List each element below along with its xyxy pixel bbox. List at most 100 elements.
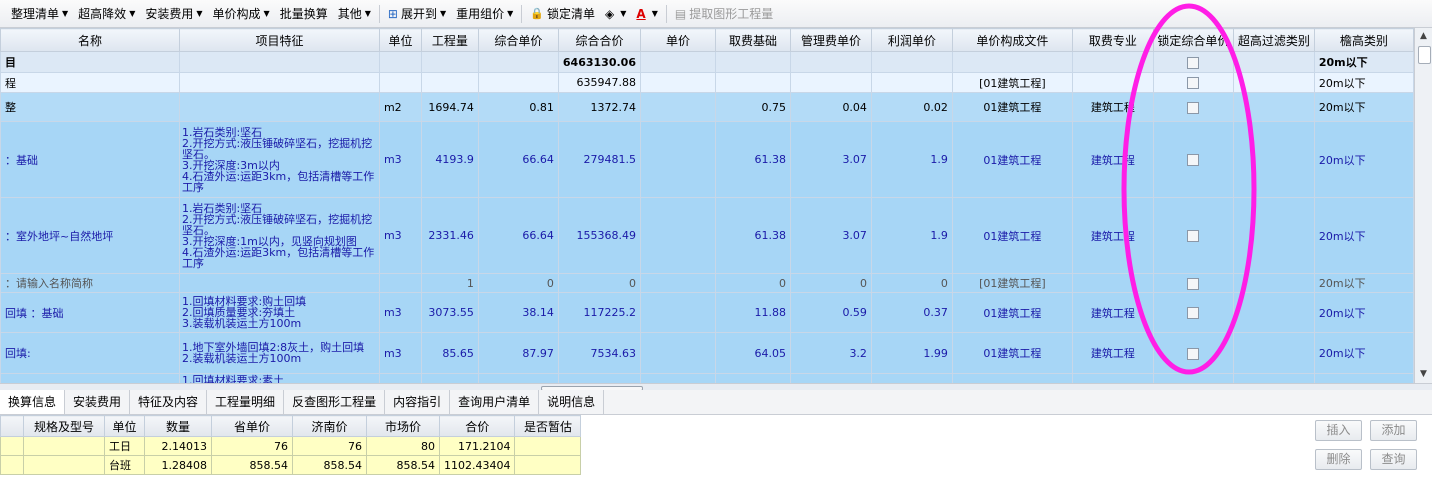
table-cell[interactable] [714,72,791,93]
table-cell[interactable]: 635947.88 [557,72,641,93]
insert-button[interactable]: 插入 [1315,420,1362,441]
detail-cell[interactable] [0,455,24,475]
table-cell[interactable]: 7534.63 [557,332,641,374]
table-cell[interactable] [1313,373,1414,383]
table-cell[interactable]: 0 [714,273,791,293]
table-row[interactable]: 1.回填材料要求:素土 [0,373,1414,383]
table-cell[interactable]: 建筑工程 [1071,197,1154,274]
table-cell[interactable]: [01建筑工程] [951,72,1073,93]
table-cell[interactable] [870,373,953,383]
table-cell[interactable]: ：请输入名称简称 [0,273,180,293]
table-row[interactable]: 程 635947.88 [01建筑工程] 20m以下 [0,72,1414,93]
table-cell[interactable] [378,273,422,293]
table-cell[interactable]: 建筑工程 [1071,292,1154,333]
table-cell[interactable] [1232,121,1315,198]
table-row[interactable]: 回填 ：基础 1.回填材料要求:购土回填 2.回填质量要求:夯填土 3.装载机装运土方… [0,292,1414,333]
table-cell[interactable]: 85.65 [420,332,479,374]
table-cell[interactable] [477,373,559,383]
detail-column-header[interactable]: 济南价 [292,415,367,437]
lock-price-checkbox[interactable] [1187,101,1200,114]
table-row[interactable]: ：基础 1.岩石类别:坚石 2.开挖方式:液压锤破碎坚石，挖掘机挖坚石。 3.开挖深度… [0,121,1414,198]
table-cell[interactable] [1152,51,1234,73]
table-cell[interactable]: ：室外地坪~自然地坪 [0,197,180,274]
table-cell[interactable]: 2331.46 [420,197,479,274]
detail-row[interactable]: 工日 2.14013 76 76 80 171.2104 [0,436,582,456]
table-cell[interactable] [1071,72,1154,93]
toolbar-item-7[interactable]: 重用组价 ▼ [451,3,518,25]
column-header[interactable]: 单价 [639,28,716,52]
table-cell[interactable]: 38.14 [477,292,559,333]
column-header[interactable]: 檐高类别 [1313,28,1414,52]
table-cell[interactable] [1232,72,1315,93]
table-cell[interactable] [714,373,791,383]
table-cell[interactable]: 1.9 [870,121,953,198]
table-cell[interactable]: 0.02 [870,92,953,122]
tab-bottom-4[interactable]: 反查图形工程量 [284,390,386,414]
table-cell[interactable] [378,51,422,73]
column-header[interactable]: 单价构成文件 [951,28,1073,52]
table-cell[interactable] [477,51,559,73]
detail-cell[interactable]: 76 [211,436,293,456]
tab-bottom-0[interactable]: 换算信息 [0,390,66,414]
table-cell[interactable] [420,51,479,73]
table-cell[interactable]: 0 [557,273,641,293]
table-cell[interactable]: 1 [420,273,479,293]
table-cell[interactable]: 整 [0,92,180,122]
detail-column-header[interactable] [0,415,24,437]
table-cell[interactable]: 64.05 [714,332,791,374]
table-row[interactable]: 目 6463130.06 20m以下 [0,51,1414,73]
table-cell[interactable] [1152,92,1234,122]
table-cell[interactable]: 1.回填材料要求:购土回填 2.回填质量要求:夯填土 3.装载机装运土方100m [178,292,380,333]
tab-bottom-7[interactable]: 说明信息 [539,390,605,414]
scroll-down-arrow-icon[interactable]: ▼ [1415,366,1432,382]
column-header[interactable]: 锁定综合单价 [1152,28,1234,52]
table-cell[interactable]: 66.64 [477,121,559,198]
table-cell[interactable] [789,373,872,383]
table-cell[interactable] [639,72,716,93]
table-cell[interactable] [378,373,422,383]
table-cell[interactable]: ：基础 [0,121,180,198]
table-cell[interactable] [557,373,641,383]
delete-button[interactable]: 删除 [1315,449,1362,470]
table-cell[interactable]: 0 [789,273,872,293]
table-cell[interactable]: 11.88 [714,292,791,333]
table-cell[interactable] [1232,273,1315,293]
detail-cell[interactable] [514,436,582,456]
detail-cell[interactable] [23,455,105,475]
table-cell[interactable]: 0.81 [477,92,559,122]
table-cell[interactable] [378,72,422,93]
scroll-thumb[interactable] [1418,46,1431,64]
toolbar-item-9[interactable]: ◈ ▼ [600,3,631,25]
column-header[interactable]: 取费基础 [714,28,791,52]
table-cell[interactable]: 3.07 [789,121,872,198]
table-cell[interactable]: 0.37 [870,292,953,333]
table-cell[interactable] [1071,373,1154,383]
table-cell[interactable]: m2 [378,92,422,122]
table-cell[interactable]: 61.38 [714,197,791,274]
table-cell[interactable] [639,373,716,383]
table-cell[interactable]: 20m以下 [1313,273,1414,293]
lock-price-checkbox[interactable] [1187,154,1200,166]
table-cell[interactable]: 01建筑工程 [951,197,1073,274]
tab-bottom-3[interactable]: 工程量明细 [207,390,285,414]
table-cell[interactable] [178,72,380,93]
table-cell[interactable]: m3 [378,292,422,333]
table-cell[interactable] [714,51,791,73]
table-cell[interactable] [1152,292,1234,333]
detail-column-header[interactable]: 数量 [144,415,212,437]
table-row[interactable]: 回填: 1.地下室外墙回填2:8灰土，购土回填 2.装载机装运土方100m m3 85.… [0,332,1414,374]
column-header[interactable]: 单位 [378,28,422,52]
table-cell[interactable]: 20m以下 [1313,292,1414,333]
toolbar-item-8[interactable]: 🔒 锁定清单 [525,3,600,25]
table-cell[interactable]: 20m以下 [1313,51,1414,73]
lock-price-checkbox[interactable] [1187,230,1200,242]
table-cell[interactable] [1232,51,1315,73]
detail-cell[interactable]: 工日 [104,436,145,456]
table-cell[interactable]: 20m以下 [1313,72,1414,93]
table-cell[interactable]: 3.2 [789,332,872,374]
table-cell[interactable] [639,51,716,73]
table-cell[interactable] [870,72,953,93]
lock-price-checkbox[interactable] [1187,77,1200,89]
table-cell[interactable]: 6463130.06 [557,51,641,73]
table-cell[interactable] [1152,332,1234,374]
